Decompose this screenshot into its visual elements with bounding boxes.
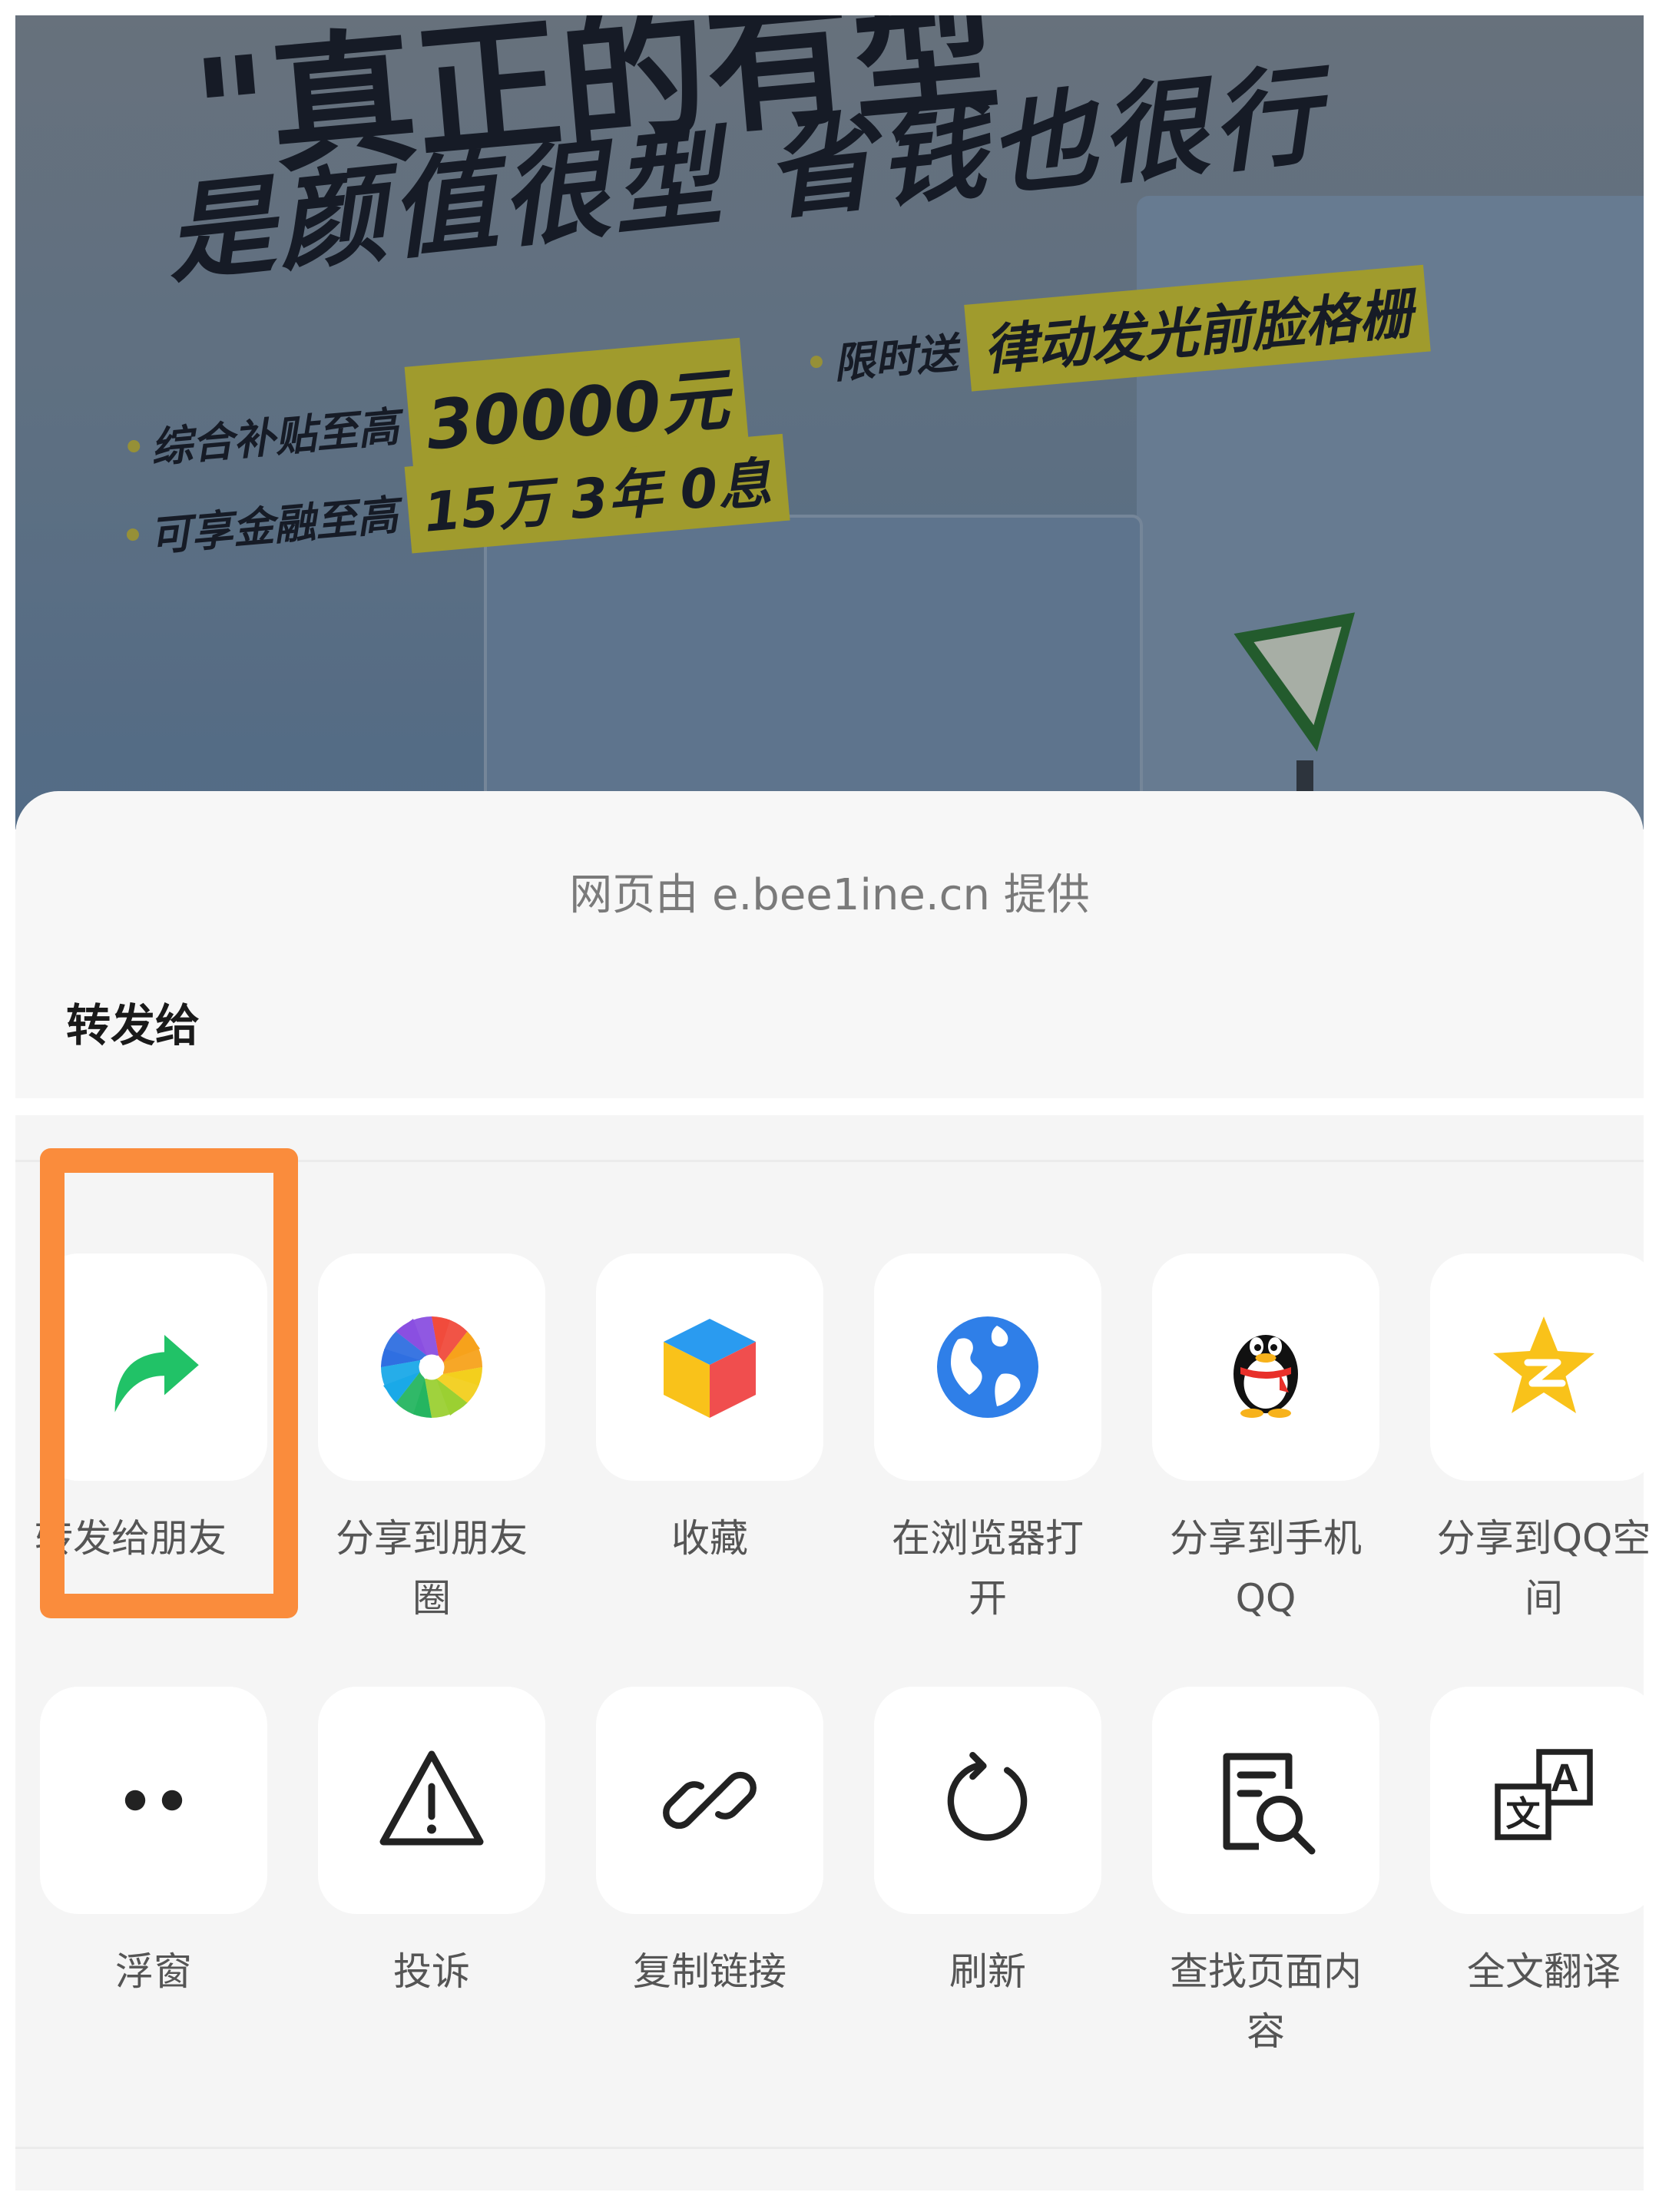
action-favorites-tile[interactable] (596, 1253, 823, 1481)
action-copy-link-tile[interactable] (596, 1687, 823, 1914)
moments-aperture-icon (381, 1316, 482, 1418)
action-share-to-qq[interactable]: 分享到手机 QQ (1152, 1253, 1379, 1628)
action-find-in-page[interactable]: 查找页面内 容 (1152, 1687, 1379, 2061)
action-share-to-qzone[interactable]: 分享到QQ空 间 (1430, 1253, 1657, 1628)
action-label: 在浏览器打 开 (892, 1516, 1084, 1621)
translate-icon: A 文 (1495, 1749, 1593, 1840)
action-open-in-browser[interactable]: 在浏览器打 开 (874, 1253, 1101, 1628)
action-label: 刷新 (949, 1949, 1026, 1994)
action-favorites[interactable]: 收藏 (596, 1253, 823, 1568)
browser-globe-icon (937, 1316, 1038, 1418)
favorites-cube-icon (664, 1319, 756, 1418)
action-share-to-moments-tile[interactable] (318, 1253, 545, 1481)
action-open-in-browser-tile[interactable] (874, 1253, 1101, 1481)
action-label: 复制链接 (633, 1949, 786, 1994)
action-label: 分享到QQ空 间 (1436, 1516, 1651, 1621)
action-forward-to-friend[interactable]: 转发给朋友 (35, 1253, 267, 1568)
action-find-in-page-tile[interactable] (1152, 1687, 1379, 1914)
svg-text:文: 文 (1505, 1793, 1540, 1834)
action-share-to-qq-tile[interactable] (1152, 1253, 1379, 1481)
forward-arrow-icon (114, 1335, 199, 1412)
page-provider-text: 网页由 e.bee1ine.cn 提供 (569, 870, 1090, 920)
refresh-icon (947, 1752, 1028, 1841)
action-refresh[interactable]: 刷新 (874, 1687, 1101, 2002)
action-label: 投诉 (393, 1949, 470, 1994)
panel-bottom-rule (15, 2147, 1644, 2149)
action-label: 全文翻译 (1467, 1949, 1621, 1994)
action-share-to-qzone-tile[interactable] (1430, 1253, 1657, 1481)
action-label: 分享到手机 QQ (1170, 1516, 1362, 1621)
action-translate[interactable]: A 文 全文翻译 (1430, 1687, 1657, 2002)
action-label: 查找页面内 容 (1170, 1949, 1362, 2054)
panel-top-rule (15, 1160, 1644, 1162)
action-share-to-moments[interactable]: 分享到朋友 圈 (318, 1253, 545, 1628)
qq-penguin-icon (1233, 1335, 1298, 1418)
action-float-window[interactable]: 浮窗 (40, 1687, 267, 2002)
modal-dim-overlay[interactable] (15, 15, 1644, 830)
float-window-icon (124, 1790, 183, 1811)
sheet-divider (15, 1098, 1644, 1115)
action-float-window-tile[interactable] (40, 1687, 267, 1914)
action-label: 收藏 (671, 1516, 748, 1561)
find-in-page-icon (1223, 1753, 1316, 1855)
action-copy-link[interactable]: 复制链接 (596, 1687, 823, 2002)
link-icon (663, 1771, 757, 1830)
action-label: 浮窗 (115, 1949, 192, 1994)
action-report[interactable]: 投诉 (318, 1687, 545, 2002)
qzone-star-icon (1493, 1316, 1594, 1413)
forward-to-title: 转发给 (66, 999, 200, 1051)
share-sheet-header: 网页由 e.bee1ine.cn 提供 转发给 (15, 791, 1644, 1098)
action-label: 分享到朋友 圈 (336, 1516, 528, 1621)
action-forward-to-friend-tile[interactable] (40, 1253, 267, 1481)
svg-text:A: A (1551, 1756, 1579, 1800)
warning-icon (379, 1750, 484, 1846)
action-translate-tile[interactable]: A 文 (1430, 1687, 1657, 1914)
action-refresh-tile[interactable] (874, 1687, 1101, 1914)
action-report-tile[interactable] (318, 1687, 545, 1914)
action-label: 转发给朋友 (35, 1516, 227, 1561)
